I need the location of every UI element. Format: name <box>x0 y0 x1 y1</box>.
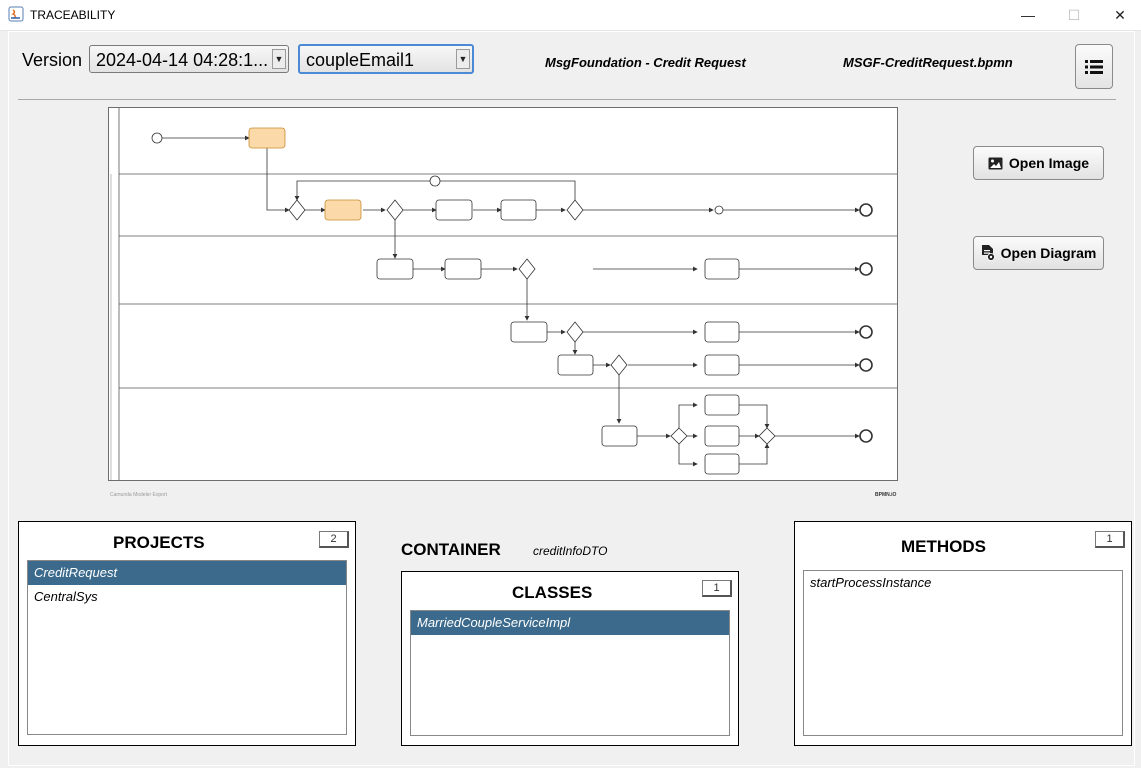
container-label: CONTAINER <box>401 540 501 559</box>
version-dropdown[interactable]: 2024-04-14 04:28:1... ▼ <box>89 45 289 73</box>
classes-panel: CLASSES 1 MarriedCoupleServiceImpl <box>401 571 739 746</box>
image-icon <box>988 157 1003 169</box>
project-item[interactable]: CreditRequest <box>28 561 346 585</box>
open-diagram-button[interactable]: Open Diagram <box>973 236 1104 270</box>
projects-count-badge: 2 <box>319 531 349 548</box>
open-image-label: Open Image <box>1008 155 1090 171</box>
open-image-button[interactable]: Open Image <box>973 146 1104 180</box>
methods-list[interactable]: startProcessInstance <box>803 570 1123 736</box>
methods-count-badge: 1 <box>1095 531 1125 548</box>
window-titlebar: TRACEABILITY — ☐ ✕ <box>0 0 1141 31</box>
bpmn-diagram-drawing <box>110 108 897 480</box>
method-dropdown-value: coupleEmail1 <box>306 50 415 70</box>
java-app-icon <box>8 6 24 22</box>
method-dropdown[interactable]: coupleEmail1 ▼ <box>298 44 474 74</box>
class-item[interactable]: MarriedCoupleServiceImpl <box>411 611 729 635</box>
maximize-button[interactable]: ☐ <box>1051 0 1097 30</box>
bpmn-file-name-label: MSGF-CreditRequest.bpmn <box>843 55 1013 70</box>
bpmn-diagram-image <box>108 107 898 481</box>
window-title: TRACEABILITY <box>30 8 116 22</box>
file-diagram-icon <box>981 245 995 261</box>
projects-list[interactable]: CreditRequest CentralSys <box>27 560 347 735</box>
chevron-down-icon[interactable]: ▼ <box>272 49 286 69</box>
container-value: creditInfoDTO <box>533 544 608 558</box>
open-diagram-label: Open Diagram <box>1000 245 1097 261</box>
chevron-down-icon[interactable]: ▼ <box>456 49 470 69</box>
methods-title: METHODS <box>901 537 986 556</box>
projects-title: PROJECTS <box>113 533 205 552</box>
methods-panel: METHODS 1 startProcessInstance <box>794 521 1132 746</box>
toolbar-separator <box>18 99 1116 100</box>
diagram-export-note: Camunda Modeler Export <box>110 492 167 498</box>
menu-button[interactable] <box>1075 44 1113 89</box>
list-icon <box>1085 59 1103 74</box>
classes-count-badge: 1 <box>702 580 732 597</box>
project-item[interactable]: CentralSys <box>28 585 346 609</box>
process-name-label: MsgFoundation - Credit Request <box>545 55 746 70</box>
close-button[interactable]: ✕ <box>1097 0 1141 30</box>
projects-panel: PROJECTS 2 CreditRequest CentralSys <box>18 521 356 746</box>
classes-title: CLASSES <box>512 583 593 602</box>
minimize-button[interactable]: — <box>1005 0 1051 30</box>
version-dropdown-value: 2024-04-14 04:28:1... <box>96 50 268 70</box>
method-item[interactable]: startProcessInstance <box>804 571 1122 595</box>
classes-list[interactable]: MarriedCoupleServiceImpl <box>410 610 730 736</box>
version-label: Version <box>22 50 83 70</box>
bpmn-io-logo: BPMN.iO <box>875 492 897 498</box>
